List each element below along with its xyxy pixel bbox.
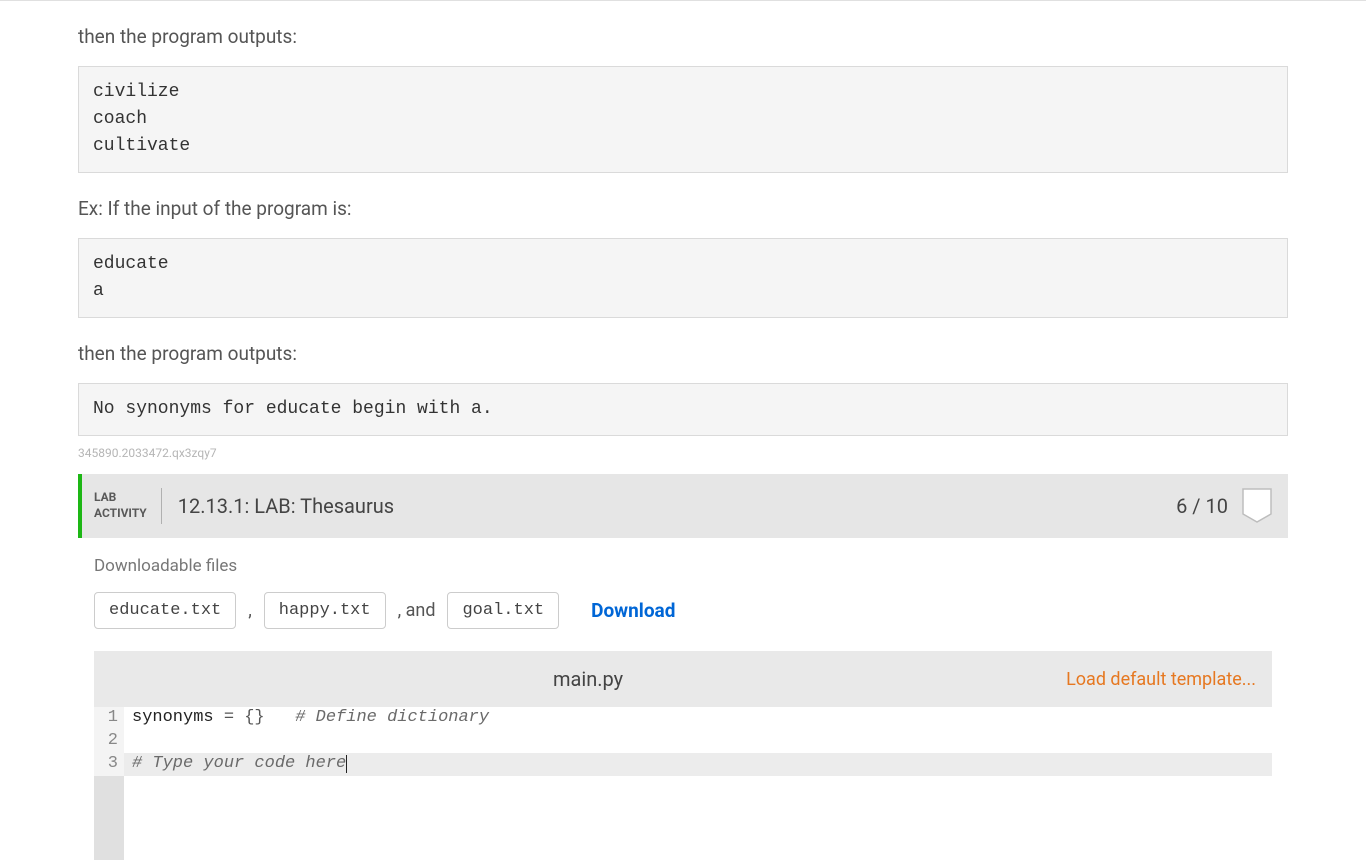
lab-activity-label: LAB ACTIVITY: [94, 488, 162, 524]
code-line-1[interactable]: 1 synonyms = {} # Define dictionary: [94, 707, 1272, 730]
line-content[interactable]: [124, 730, 132, 753]
file-chip-happy[interactable]: happy.txt: [264, 592, 386, 629]
output-box-1: civilize coach cultivate: [78, 66, 1288, 173]
output-box-3: No synonyms for educate begin with a.: [78, 383, 1288, 436]
lab-panel: LAB ACTIVITY 12.13.1: LAB: Thesaurus 6 /…: [78, 474, 1288, 860]
file-chip-goal[interactable]: goal.txt: [447, 592, 559, 629]
file-sep-2: , and: [398, 600, 436, 621]
line-content[interactable]: synonyms = {} # Define dictionary: [124, 707, 489, 730]
output-intro-1: then the program outputs:: [78, 25, 1288, 48]
line-number: 2: [94, 730, 124, 753]
bookmark-icon[interactable]: [1242, 488, 1272, 524]
line-number: 1: [94, 707, 124, 730]
watermark-text: 345890.2033472.qx3zqy7: [78, 446, 1288, 460]
lab-label-line2: ACTIVITY: [94, 506, 147, 522]
input-intro-2: Ex: If the input of the program is:: [78, 197, 1288, 220]
tok-ops: = {}: [214, 708, 296, 727]
code-editor[interactable]: 1 synonyms = {} # Define dictionary 2 3 …: [94, 707, 1272, 860]
lab-label-line1: LAB: [94, 490, 147, 506]
main-container: then the program outputs: civilize coach…: [78, 25, 1288, 860]
text-cursor-icon: [346, 755, 347, 773]
download-link[interactable]: Download: [591, 599, 675, 622]
files-row: educate.txt , happy.txt , and goal.txt D…: [94, 592, 1272, 629]
load-default-template[interactable]: Load default template...: [1066, 669, 1256, 690]
code-line-3[interactable]: 3 # Type your code here: [94, 753, 1272, 776]
line-number: 3: [94, 753, 124, 776]
gutter-fill: [94, 776, 124, 860]
output-intro-2: then the program outputs:: [78, 342, 1288, 365]
editor-filename: main.py: [110, 667, 1066, 691]
downloads-title: Downloadable files: [94, 556, 1272, 576]
file-sep-1: ,: [248, 600, 252, 621]
tok-comment: # Define dictionary: [295, 708, 489, 727]
tok-comment: # Type your code here: [132, 754, 346, 773]
editor-header: main.py Load default template...: [94, 651, 1272, 707]
editor-empty-area[interactable]: [124, 776, 1272, 860]
code-line-2[interactable]: 2: [94, 730, 1272, 753]
top-divider: [0, 0, 1366, 1]
downloads-section: Downloadable files educate.txt , happy.t…: [78, 538, 1288, 651]
tok-identifier: synonyms: [132, 708, 214, 727]
lab-score: 6 / 10: [1176, 494, 1228, 518]
lab-title: 12.13.1: LAB: Thesaurus: [178, 494, 1176, 518]
lab-header: LAB ACTIVITY 12.13.1: LAB: Thesaurus 6 /…: [78, 474, 1288, 538]
file-chip-educate[interactable]: educate.txt: [94, 592, 236, 629]
line-content[interactable]: # Type your code here: [124, 753, 347, 776]
input-box-2: educate a: [78, 238, 1288, 318]
